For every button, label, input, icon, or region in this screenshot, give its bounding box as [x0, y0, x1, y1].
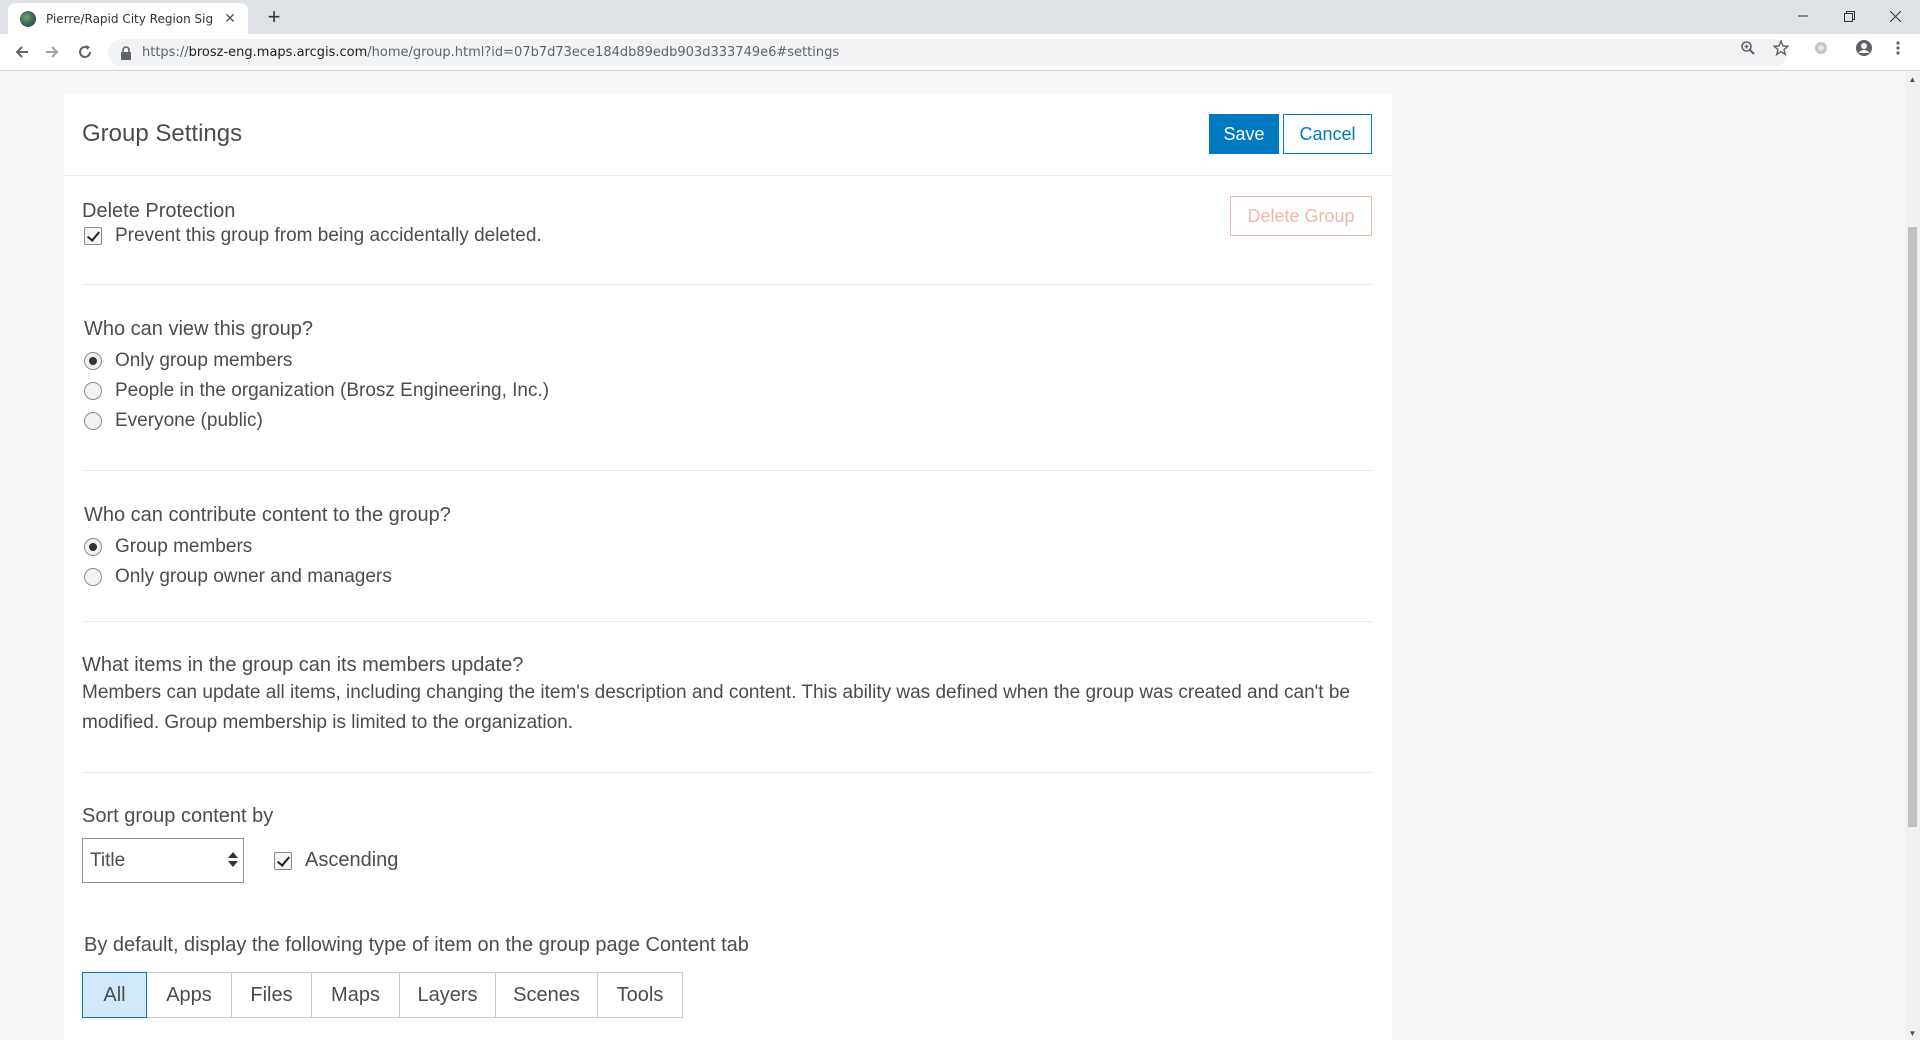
view-option[interactable]: Only group members [82, 346, 549, 376]
scroll-thumb[interactable] [1908, 227, 1917, 827]
filter-files-button[interactable]: Files [231, 972, 312, 1018]
zoom-icon[interactable] [1739, 39, 1757, 57]
tab-title: Pierre/Rapid City Region Signing [46, 11, 214, 26]
browser-toolbar: https://brosz-eng.maps.arcgis.com/home/g… [0, 34, 1920, 71]
browser-tab-strip: Pierre/Rapid City Region Signing ✕ + [0, 0, 1920, 34]
url-text: https://brosz-eng.maps.arcgis.com/home/g… [142, 45, 839, 60]
bookmark-star-icon[interactable] [1772, 39, 1790, 57]
contribute-option[interactable]: Group members [82, 532, 392, 562]
restore-icon[interactable] [1826, 0, 1872, 32]
filter-scenes-button[interactable]: Scenes [495, 972, 598, 1018]
sort-section: Sort group content by Title Ascending [82, 773, 1372, 893]
filter-all-button[interactable]: All [82, 972, 147, 1018]
page-viewport: Group Settings Save Cancel Delete Protec… [0, 72, 1905, 1040]
view-option[interactable]: People in the organization (Brosz Engine… [82, 376, 549, 406]
filter-apps-button[interactable]: Apps [146, 972, 232, 1018]
url-path: /home/group.html?id=07b7d73ece184db89edb… [367, 45, 840, 60]
contribute-option-radio[interactable] [84, 568, 102, 586]
sort-field-select[interactable]: Title [82, 838, 244, 883]
close-window-icon[interactable] [1872, 0, 1918, 32]
scroll-down-icon[interactable]: ▼ [1905, 1026, 1920, 1040]
contribute-option-label: Group members [115, 536, 253, 557]
browser-menu-icon[interactable] [1889, 39, 1907, 57]
view-option-label: People in the organization (Brosz Engine… [115, 380, 550, 401]
scroll-up-icon[interactable]: ▲ [1905, 72, 1920, 86]
back-arrow-icon[interactable] [10, 40, 34, 64]
select-arrows-icon [228, 852, 238, 870]
site-favicon-icon [20, 10, 36, 27]
reload-icon[interactable] [73, 40, 97, 64]
view-option-label: Everyone (public) [115, 410, 263, 431]
minimize-icon[interactable] [1780, 0, 1826, 32]
address-bar[interactable]: https://brosz-eng.maps.arcgis.com/home/g… [108, 39, 1788, 66]
filter-layers-button[interactable]: Layers [399, 972, 496, 1018]
ascending-option[interactable]: Ascending [272, 846, 398, 876]
view-option-radio[interactable] [84, 352, 102, 370]
view-access-title: Who can view this group? [84, 318, 314, 340]
cancel-button[interactable]: Cancel [1283, 114, 1372, 154]
delete-protection-checkbox[interactable] [84, 227, 102, 245]
url-scheme: https:// [142, 45, 189, 60]
update-items-description: Members can update all items, including … [82, 682, 1350, 733]
filter-tools-button[interactable]: Tools [597, 972, 683, 1018]
delete-protection-section: Delete Protection Prevent this group fro… [82, 176, 1372, 285]
default-type-title: By default, display the following type o… [84, 934, 749, 956]
default-type-section: By default, display the following type o… [82, 912, 1372, 1040]
contribute-option[interactable]: Only group owner and managers [82, 562, 392, 592]
account-icon[interactable] [1855, 39, 1873, 57]
browser-tab[interactable]: Pierre/Rapid City Region Signing ✕ [8, 3, 248, 34]
page-title: Group Settings [82, 120, 243, 147]
update-items-title: What items in the group can its members … [82, 654, 524, 676]
contribute-option-label: Only group owner and managers [115, 566, 392, 587]
sort-title: Sort group content by [82, 805, 274, 827]
contribute-access-title: Who can contribute content to the group? [84, 504, 451, 526]
contribute-option-radio[interactable] [84, 538, 102, 556]
view-option[interactable]: Everyone (public) [82, 406, 549, 436]
ascending-checkbox[interactable] [274, 851, 292, 870]
contribute-access-options: Group members Only group owner and manag… [82, 532, 392, 592]
delete-protection-label: Prevent this group from being accidental… [115, 225, 542, 246]
delete-group-button[interactable]: Delete Group [1230, 196, 1372, 236]
group-settings-panel: Group Settings Save Cancel Delete Protec… [64, 94, 1392, 1040]
save-button[interactable]: Save [1209, 114, 1279, 154]
ascending-label: Ascending [305, 849, 399, 871]
delete-protection-option[interactable]: Prevent this group from being accidental… [82, 221, 542, 251]
update-items-section: What items in the group can its members … [82, 622, 1372, 773]
view-option-label: Only group members [115, 350, 293, 371]
view-option-radio[interactable] [84, 412, 102, 430]
extension-icon[interactable] [1812, 39, 1830, 57]
sort-controls: Title Ascending [82, 838, 398, 883]
url-host: brosz-eng.maps.arcgis.com [188, 45, 368, 60]
settings-header: Group Settings Save Cancel [64, 94, 1392, 176]
new-tab-icon[interactable]: + [262, 5, 286, 29]
close-tab-icon[interactable]: ✕ [222, 10, 238, 27]
lock-icon [120, 45, 132, 60]
contribute-access-section: Who can contribute content to the group?… [82, 471, 1372, 622]
forward-arrow-icon[interactable] [40, 40, 64, 64]
delete-protection-title: Delete Protection [82, 200, 236, 222]
view-access-section: Who can view this group? Only group memb… [82, 285, 1372, 471]
view-access-options: Only group members People in the organiz… [82, 346, 549, 436]
page-scrollbar[interactable]: ▲ ▼ [1905, 72, 1920, 1040]
sort-field-value: Title [90, 849, 126, 871]
filter-maps-button[interactable]: Maps [311, 972, 400, 1018]
view-option-radio[interactable] [84, 382, 102, 400]
item-type-filter: All Apps Files Maps Layers Scenes Tools [82, 972, 683, 1018]
